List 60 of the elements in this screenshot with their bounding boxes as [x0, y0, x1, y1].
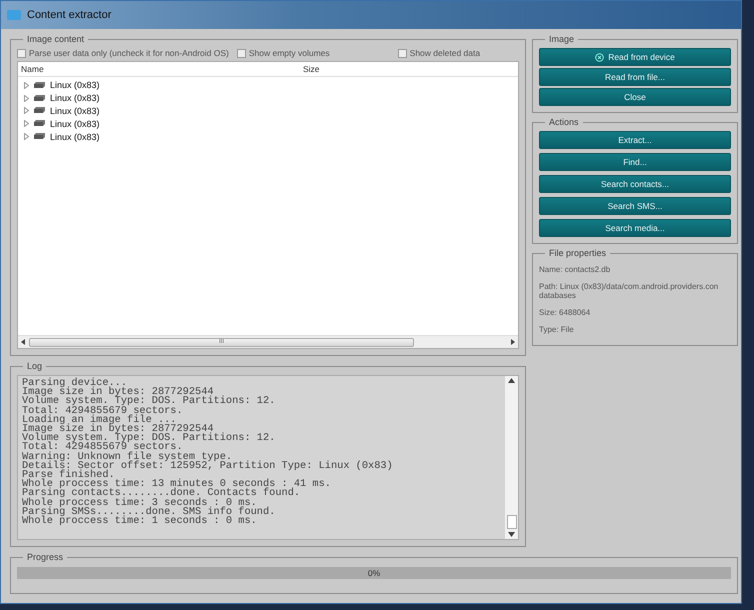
- property-text: Size: 6488064: [539, 308, 592, 317]
- log-line: Whole proccess time: 3 seconds : 0 ms.: [22, 498, 257, 508]
- scroll-right-icon[interactable]: [511, 339, 515, 345]
- checkbox[interactable]: [17, 48, 26, 58]
- property-text: Type: File: [539, 325, 575, 334]
- checkbox-label: Show empty volumes: [248, 48, 330, 58]
- read-button[interactable]: Read from file...: [539, 68, 731, 86]
- tree-item[interactable]: Linux (0x83): [50, 80, 100, 90]
- log-line: Parsing contacts........done. Contacts found.: [22, 489, 302, 499]
- group-title: File properties: [548, 248, 608, 258]
- vertical-scrollbar[interactable]: [505, 376, 518, 539]
- group-title: Image: [548, 34, 576, 44]
- column-header[interactable]: Name: [18, 64, 300, 74]
- action-button[interactable]: Search SMS...: [539, 197, 731, 215]
- drive-icon: [33, 107, 46, 114]
- progress-reading: 0%: [368, 568, 380, 578]
- read-button[interactable]: Close: [539, 88, 731, 106]
- group-title: Log: [26, 361, 44, 371]
- checkbox-label: Parse user data only (uncheck it for non-Android OS): [29, 48, 229, 58]
- window-title: Content extractor: [27, 9, 112, 21]
- expand-arrow-icon[interactable]: [24, 82, 29, 89]
- property-text: Path: Linux (0x83)/data/com.android.providers.con databases: [539, 282, 720, 300]
- tree-item[interactable]: Linux (0x83): [50, 132, 100, 142]
- log-line: Parsing SMSs........done. SMS info found.: [22, 508, 276, 518]
- scroll-thumb[interactable]: [506, 515, 516, 529]
- expand-arrow-icon[interactable]: [24, 133, 29, 140]
- scroll-left-icon[interactable]: [21, 339, 25, 345]
- app-icon: [7, 10, 21, 20]
- drive-icon: [33, 82, 46, 89]
- checkbox[interactable]: [236, 48, 246, 58]
- close-circle-icon: [595, 52, 604, 62]
- group-title: Image content: [26, 34, 86, 44]
- tree-item[interactable]: Linux (0x83): [50, 93, 100, 104]
- group-title: Progress: [26, 552, 64, 562]
- log-line: Warning: Unknown file system type.: [22, 452, 232, 462]
- tree-item[interactable]: Linux (0x83): [50, 106, 100, 116]
- action-button[interactable]: Search media...: [539, 219, 731, 237]
- scroll-down-icon[interactable]: [508, 532, 515, 537]
- checkbox[interactable]: [398, 48, 407, 58]
- log-line: Total: 4294855679 sectors.: [22, 406, 184, 416]
- log-line: Loading an image file ...: [22, 416, 176, 426]
- scroll-up-icon[interactable]: [508, 378, 515, 383]
- drive-icon: [33, 94, 46, 102]
- log-line: Whole proccess time: 1 seconds : 0 ms.: [22, 517, 258, 526]
- expand-arrow-icon[interactable]: [24, 120, 29, 128]
- tree-item[interactable]: Linux (0x83): [50, 118, 100, 129]
- column-header[interactable]: Size: [300, 64, 400, 74]
- checkbox-label: Show deleted data: [410, 48, 480, 58]
- log-line: Total: 4294855679 sectors.: [22, 443, 183, 453]
- drive-icon: [33, 120, 46, 128]
- read-button[interactable]: Read from device: [539, 48, 731, 66]
- log-line: Volume system. Type: DOS. Partitions: 12.: [22, 397, 276, 407]
- action-button[interactable]: Find...: [539, 153, 731, 171]
- action-button[interactable]: Search contacts...: [539, 175, 731, 193]
- property-text: Name: contacts2.db: [539, 265, 612, 274]
- expand-arrow-icon[interactable]: [24, 94, 29, 102]
- drive-icon: [33, 133, 46, 140]
- group-title: Actions: [548, 117, 580, 127]
- action-button[interactable]: Extract...: [539, 131, 731, 149]
- expand-arrow-icon[interactable]: [24, 107, 29, 114]
